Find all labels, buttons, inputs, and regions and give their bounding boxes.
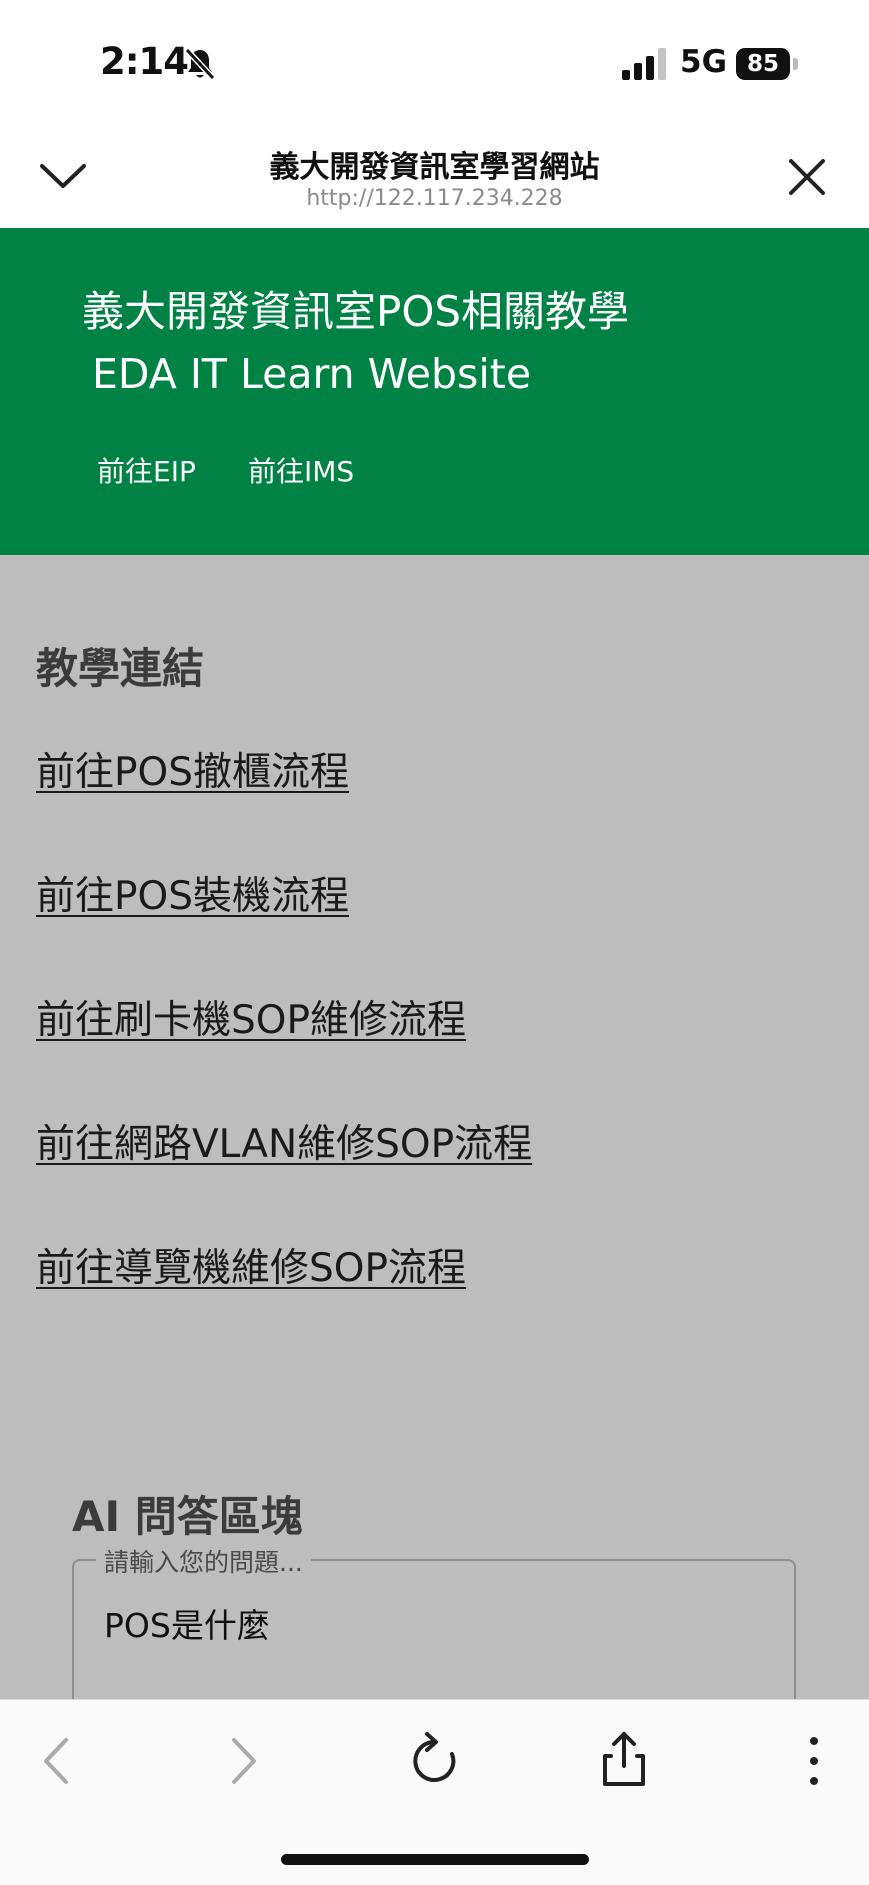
forward-icon[interactable] [208, 1726, 278, 1796]
network-type: 5G [680, 44, 728, 80]
share-icon[interactable] [589, 1726, 659, 1796]
reload-icon[interactable] [399, 1726, 469, 1796]
page-url: http://122.117.234.228 [306, 186, 563, 211]
battery-icon: 85 [736, 48, 798, 80]
eip-link[interactable]: 前往EIP [97, 450, 196, 490]
link-pos-remove[interactable]: 前往POS撤櫃流程 [36, 741, 349, 797]
link-kiosk-repair[interactable]: 前往導覽機維修SOP流程 [36, 1237, 466, 1293]
main-content: 教學連結 前往POS撤櫃流程 前往POS裝機流程 前往刷卡機SOP維修流程 前往… [0, 555, 869, 1739]
home-indicator[interactable] [281, 1854, 589, 1865]
link-vlan-repair[interactable]: 前往網路VLAN維修SOP流程 [36, 1113, 532, 1169]
banner-title-zh: 義大開發資訊室POS相關教學 [82, 287, 630, 336]
site-banner: 義大開發資訊室POS相關教學 EDA IT Learn Website 前往EI… [0, 228, 869, 555]
more-icon[interactable] [779, 1726, 849, 1796]
close-icon[interactable] [786, 156, 828, 198]
battery-level: 85 [746, 51, 779, 77]
back-icon[interactable] [22, 1726, 92, 1796]
page-title: 義大開發資訊室學習網站 [269, 150, 600, 185]
ai-input-value[interactable]: POS是什麼 [104, 1599, 270, 1647]
link-pos-install[interactable]: 前往POS裝機流程 [36, 865, 349, 921]
browser-header: 義大開發資訊室學習網站 http://122.117.234.228 [0, 130, 869, 228]
ai-heading: AI 問答區塊 [72, 1492, 303, 1541]
status-time: 2:14 [100, 40, 189, 83]
ai-input-label: 請輸入您的問題... [96, 1543, 311, 1579]
banner-title-en: EDA IT Learn Website [92, 350, 532, 398]
bell-muted-icon [184, 47, 216, 81]
link-card-reader-repair[interactable]: 前往刷卡機SOP維修流程 [36, 989, 466, 1045]
tutorials-heading: 教學連結 [36, 644, 205, 693]
ims-link[interactable]: 前往IMS [248, 450, 354, 490]
status-bar: 2:14 5G 85 [0, 0, 869, 130]
signal-icon [622, 48, 666, 80]
